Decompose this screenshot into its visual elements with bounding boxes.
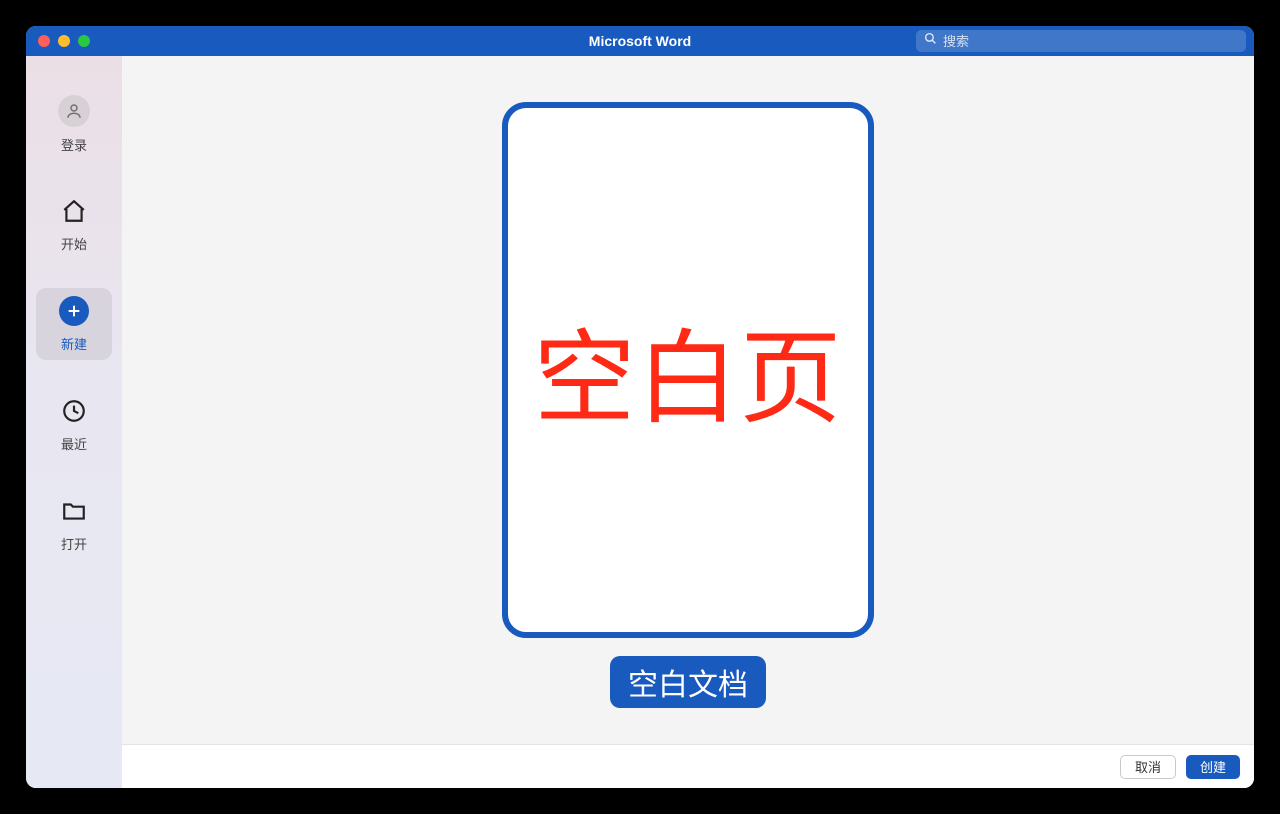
search-field[interactable] — [916, 30, 1246, 52]
sidebar-item-signin[interactable]: 登录 — [36, 88, 112, 160]
traffic-lights — [38, 35, 90, 47]
sidebar-item-label: 开始 — [61, 234, 87, 253]
template-content: 空白页 空白文档 — [122, 56, 1254, 744]
person-icon — [58, 95, 90, 127]
home-icon — [59, 196, 89, 226]
app-window: Microsoft Word 登录 — [26, 26, 1254, 788]
sidebar-item-open[interactable]: 打开 — [36, 488, 112, 560]
maximize-window-button[interactable] — [78, 35, 90, 47]
sidebar-item-recent[interactable]: 最近 — [36, 388, 112, 460]
minimize-window-button[interactable] — [58, 35, 70, 47]
sidebar-item-label: 登录 — [61, 135, 87, 154]
plus-icon — [59, 296, 89, 326]
sidebar-item-home[interactable]: 开始 — [36, 188, 112, 260]
folder-icon — [59, 496, 89, 526]
sidebar-item-new[interactable]: 新建 — [36, 288, 112, 360]
sidebar: 登录 开始 新建 — [26, 56, 122, 788]
template-label: 空白文档 — [610, 656, 766, 708]
close-window-button[interactable] — [38, 35, 50, 47]
template-blank-document[interactable]: 空白页 — [502, 102, 874, 638]
main-area: 空白页 空白文档 取消 创建 — [122, 56, 1254, 788]
sidebar-item-label: 新建 — [61, 334, 87, 353]
window-body: 登录 开始 新建 — [26, 56, 1254, 788]
window-title: Microsoft Word — [589, 33, 691, 49]
create-button[interactable]: 创建 — [1186, 755, 1240, 779]
sidebar-item-label: 最近 — [61, 434, 87, 453]
footer-bar: 取消 创建 — [122, 744, 1254, 788]
cancel-button[interactable]: 取消 — [1120, 755, 1176, 779]
template-overlay-text: 空白页 — [534, 297, 843, 444]
search-icon — [924, 32, 937, 50]
titlebar: Microsoft Word — [26, 26, 1254, 56]
sidebar-item-label: 打开 — [61, 534, 87, 553]
clock-icon — [59, 396, 89, 426]
search-input[interactable] — [943, 34, 1238, 49]
